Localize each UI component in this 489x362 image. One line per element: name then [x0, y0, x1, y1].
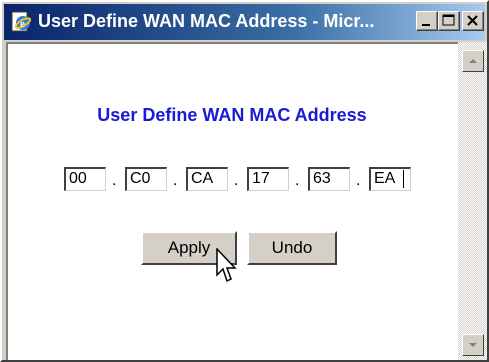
octet-separator: . [234, 172, 239, 189]
mac-octet-2-input[interactable]: C0 [125, 167, 167, 191]
window-title: User Define WAN MAC Address - Micr... [38, 11, 375, 31]
svg-text:e: e [20, 18, 25, 30]
close-button[interactable] [462, 11, 484, 31]
close-icon [467, 15, 478, 26]
page-heading: User Define WAN MAC Address [97, 105, 367, 125]
maximize-button[interactable] [438, 11, 460, 31]
maximize-icon [442, 14, 455, 26]
mouse-pointer-icon [216, 248, 237, 283]
minimize-icon [422, 24, 430, 26]
mac-octet-4-input[interactable]: 17 [247, 167, 289, 191]
scroll-down-button[interactable] [462, 334, 484, 356]
mac-octet-1-input[interactable]: 00 [64, 167, 106, 191]
octet-separator: . [173, 172, 178, 189]
octet-separator: . [112, 172, 117, 189]
undo-button[interactable]: Undo [247, 231, 337, 265]
browser-window: e User Define WAN MAC Address - Micr... [0, 0, 489, 362]
mac-octet-5-input[interactable]: 63 [308, 167, 350, 191]
ie-page-icon: e [11, 11, 32, 32]
scroll-up-button[interactable] [462, 50, 484, 72]
mac-octet-6-input[interactable]: EA [369, 167, 411, 191]
minimize-button[interactable] [416, 11, 438, 31]
octet-separator: . [356, 172, 361, 189]
scroll-down-arrow-icon [469, 343, 477, 347]
title-bar[interactable]: e User Define WAN MAC Address - Micr... [4, 4, 485, 40]
text-caret [403, 170, 404, 188]
scroll-up-arrow-icon [469, 59, 477, 63]
mac-octet-3-input[interactable]: CA [186, 167, 228, 191]
octet-separator: . [295, 172, 300, 189]
page-content [6, 42, 458, 360]
vertical-scrollbar[interactable] [458, 42, 487, 360]
